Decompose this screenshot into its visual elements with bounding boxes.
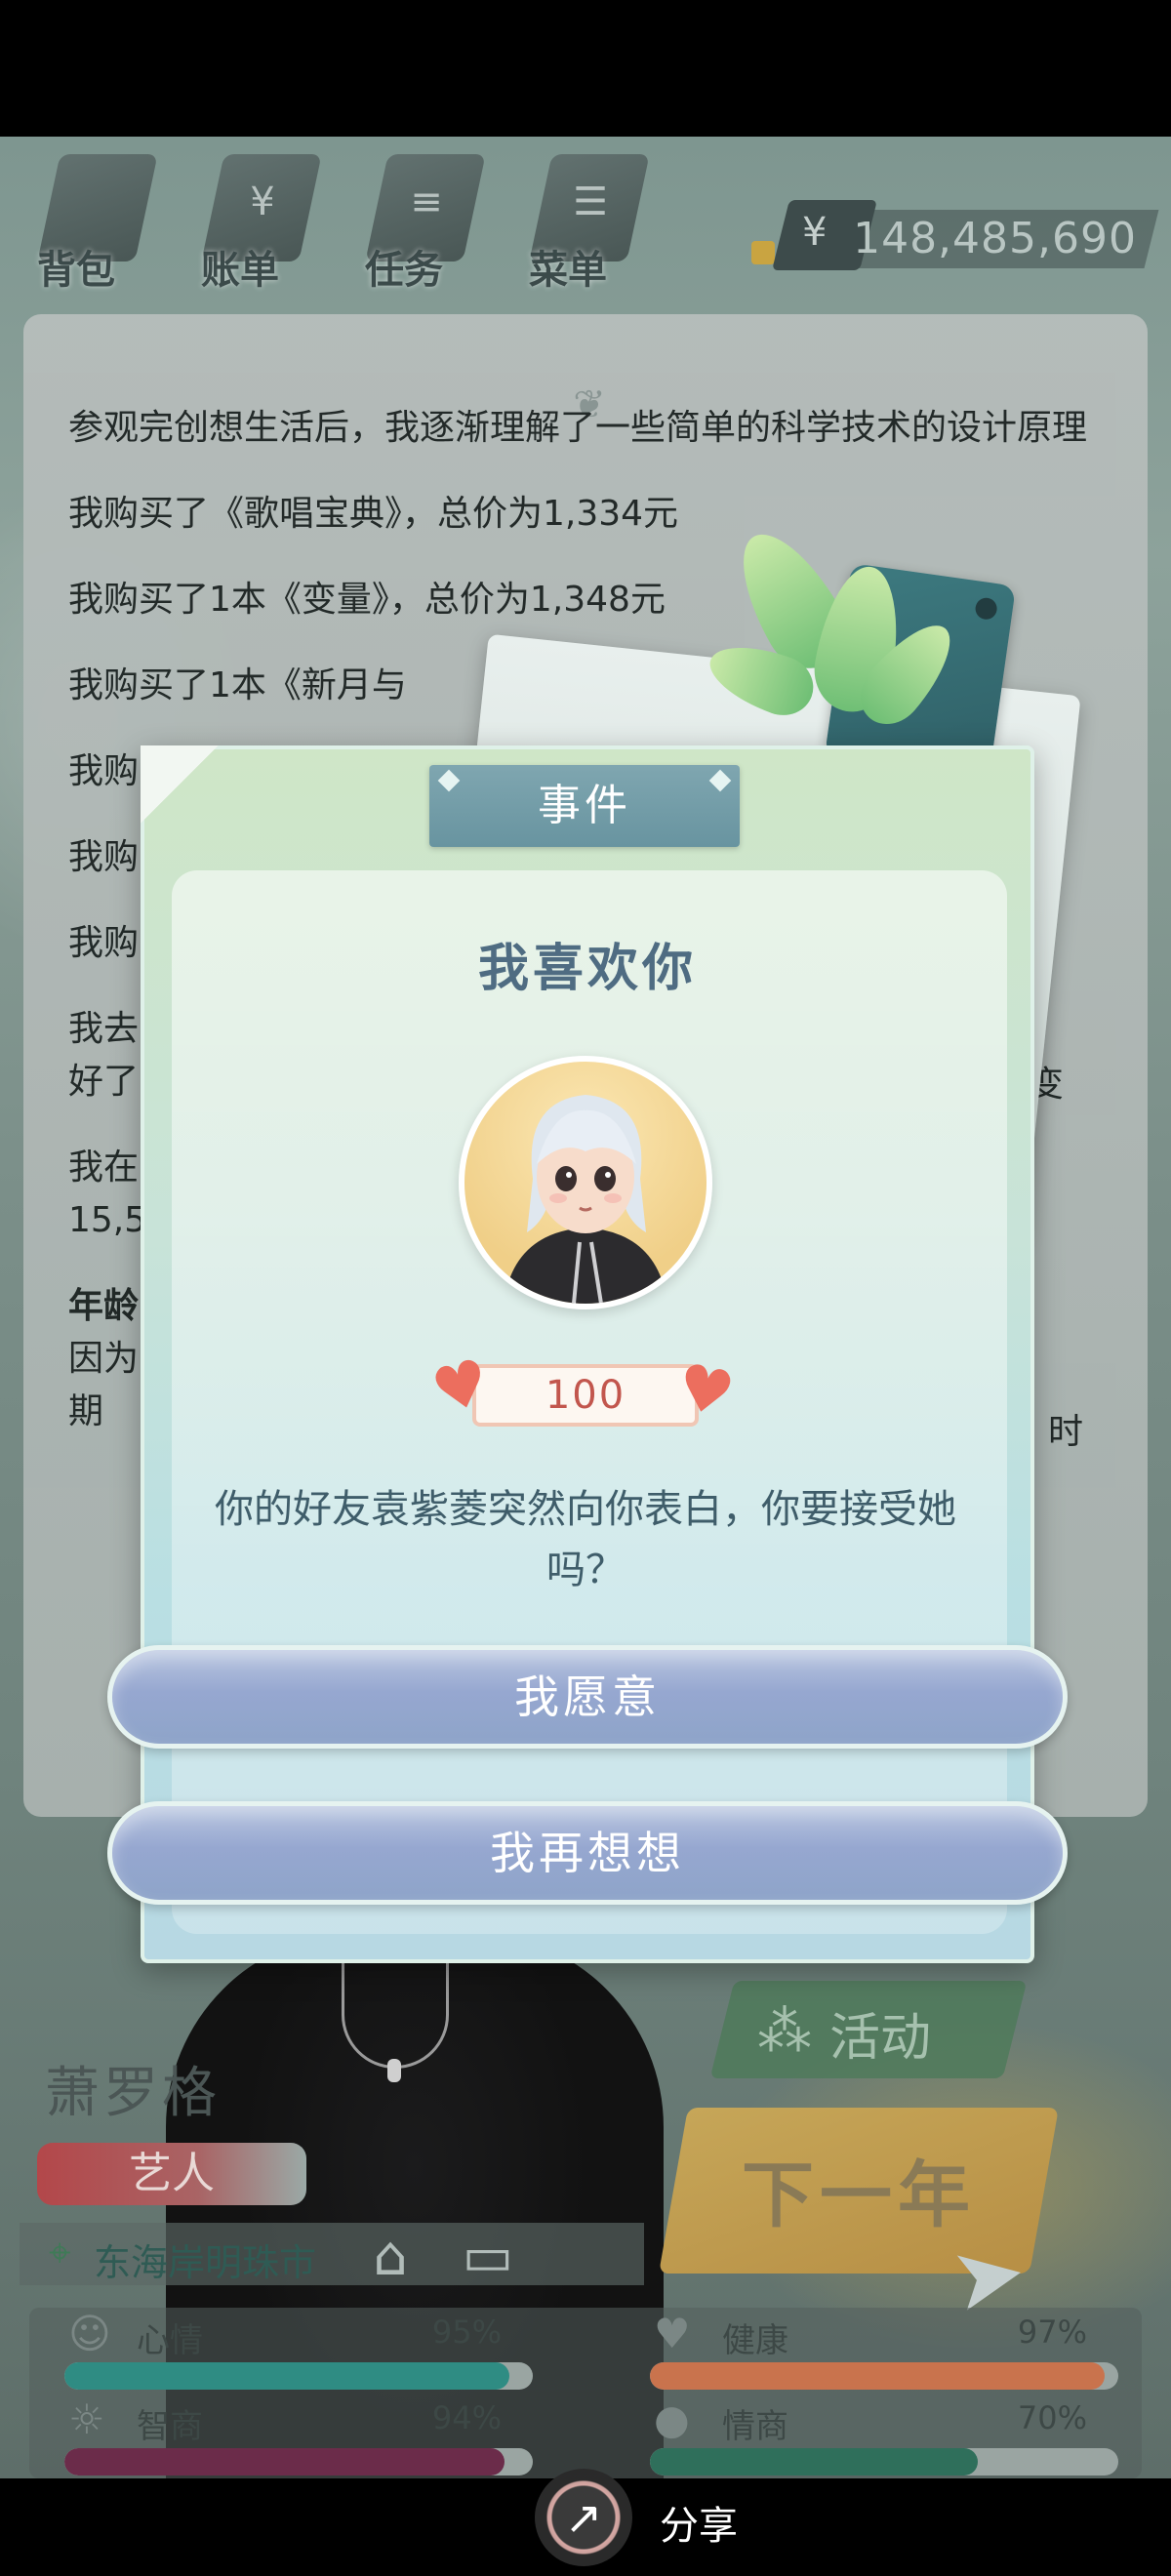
stat-bar [64,2362,533,2390]
stat-value: 95% [431,2314,502,2351]
stat-bar [650,2362,1118,2390]
share-icon[interactable]: ↗ [535,2469,632,2566]
activity-label: 活动 [829,2009,932,2068]
leaves-decoration [701,507,986,761]
next-year-label: 下一年 [742,2153,976,2237]
menu-button[interactable]: ☰ 菜单 [511,146,650,302]
backpack-button[interactable]: 背包 [20,146,158,302]
stat-bar-fill [650,2362,1105,2390]
stat-bar [64,2448,533,2475]
heart-icon: ♥ [669,1349,741,1433]
bill-label: 账单 [201,248,279,293]
task-label: 任务 [365,248,443,293]
top-toolbar: 背包 ¥ 账单 ≡ 任务 ☰ 菜单 [20,146,722,302]
heart-icon: ♥ [424,1345,498,1430]
smile-icon: ☺ [68,2310,111,2357]
stat-bar-fill [64,2448,505,2475]
money-display: ¥ 148,485,690 [751,200,1159,278]
stat-health: ♥ 健康 97% [615,2308,1118,2392]
job-label: 艺人 [129,2149,215,2198]
task-lines-glyph: ≡ [410,180,443,224]
menu-stack-glyph: ☰ [573,180,608,224]
pendant [387,2059,401,2082]
stats-panel: ☺ 心情 95% ♥ 健康 97% ☼ 智商 94% ● 情商 70% [29,2308,1142,2478]
stat-bar [650,2448,1118,2475]
money-amount: 148,485,690 [853,214,1137,263]
stat-label: 心情 [137,2321,203,2360]
modal-description: 你的好友袁紫菱突然向你表白，你要接受她吗？ [215,1487,956,1592]
share-label[interactable]: 分享 [660,2494,738,2551]
decline-label: 我再想想 [490,1827,685,1879]
stat-label: 健康 [722,2321,788,2360]
accept-button[interactable]: 我愿意 [107,1645,1068,1749]
job-badge: 艺人 [37,2143,306,2205]
bulb-icon: ☼ [68,2395,105,2443]
location-bar: ⌖ 东海岸明珠市 ⌂ ▭ [20,2223,644,2288]
activity-icon: ⁂ [757,2000,812,2064]
accept-label: 我愿意 [514,1670,661,1723]
modal-title: 我喜欢你 [477,940,697,998]
location-text: 东海岸明珠市 [94,2241,317,2284]
necklace [342,1961,449,2069]
event-tab: 事件 [429,765,740,847]
affinity-value: 100 [545,1373,626,1418]
stat-value: 94% [431,2399,502,2436]
task-button[interactable]: ≡ 任务 [347,146,486,302]
apple-icon: ● [654,2395,690,2443]
character-name: 萧罗格 [45,2062,221,2125]
stat-bar-fill [650,2448,978,2475]
log-fragment-right: 时 [1048,1412,1084,1452]
stat-label: 智商 [137,2407,203,2446]
menu-label: 菜单 [529,248,607,293]
affinity-meter: 100 ♥ ♥ [424,1346,741,1434]
location-pin-icon: ⌖ [49,2231,71,2275]
stat-bar-fill [64,2362,509,2390]
avatar-portrait [504,1095,667,1304]
stat-value: 97% [1017,2314,1087,2351]
decline-button[interactable]: 我再想想 [107,1801,1068,1905]
yen-glyph: ¥ [250,180,275,224]
stat-eq: ● 情商 70% [615,2394,1118,2477]
stat-mood: ☺ 心情 95% [29,2308,533,2392]
stat-label: 情商 [722,2407,788,2446]
log-entry: 参观完创想生活后，我逐渐理解了一些简单的科学技术的设计原理 [68,408,1088,448]
bill-button[interactable]: ¥ 账单 [183,146,322,302]
stat-iq: ☼ 智商 94% [29,2394,533,2477]
event-tab-label: 事件 [538,781,631,830]
heart-icon: ♥ [654,2310,691,2357]
house-icon[interactable]: ⌂ [351,2223,429,2291]
car-icon[interactable]: ▭ [449,2223,527,2291]
yen-icon: ¥ [802,210,828,255]
stat-value: 70% [1017,2399,1087,2436]
backpack-label: 背包 [37,248,115,293]
gold-dot [751,241,775,264]
friend-avatar [459,1056,712,1309]
status-bar [0,0,1171,137]
